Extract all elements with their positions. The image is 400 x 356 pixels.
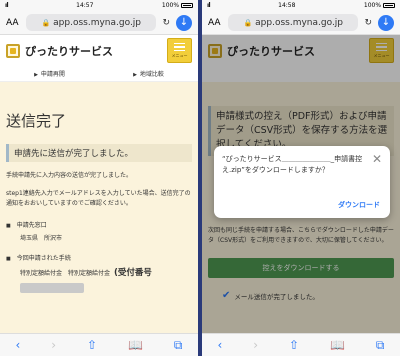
forward-icon[interactable]: ›	[51, 338, 56, 352]
tabs-icon[interactable]: ⧉	[376, 338, 385, 353]
bookmarks-icon[interactable]: 📖	[330, 338, 345, 352]
url-field[interactable]: 🔒 app.oss.myna.go.jp	[26, 14, 157, 31]
battery-indicator: 100%	[162, 2, 193, 9]
redacted-number	[20, 283, 84, 293]
right-screenshot: ııll 14:58 100% AA 🔒 app.oss.myna.go.jp …	[202, 0, 400, 356]
close-icon[interactable]: ✕	[372, 152, 382, 166]
share-icon[interactable]: ⇧	[289, 338, 299, 352]
nav-item-compare[interactable]: ▶ 地域比較	[133, 69, 164, 78]
reload-icon[interactable]: ↻	[364, 18, 372, 28]
back-icon[interactable]: ‹	[15, 338, 20, 352]
procedure-label: ■ 今回申請された手続	[6, 255, 71, 262]
download-dialog: “ぴったりサービス＿＿＿＿＿＿＿_申請書控え.zip”をダウンロードしますか？ …	[214, 146, 390, 218]
battery-icon	[180, 3, 193, 8]
email-notice-text: step1連絡先入力でメールアドレスを入力していた場合、送信完了の通知をおおいし…	[6, 190, 191, 207]
logo-icon	[6, 43, 20, 58]
signal-icon: ııll	[207, 2, 211, 9]
site-header: ぴったりサービス メニュー	[0, 35, 198, 66]
clock: 14:58	[278, 2, 296, 9]
lock-icon: 🔒	[41, 18, 51, 27]
main-content: 送信完了 申請先に送信が完了しました。 手続申請先に入力内容の送信が完了しました…	[0, 82, 198, 333]
receipt-label: (受付番号	[114, 268, 152, 278]
url-text: app.oss.myna.go.jp	[255, 17, 344, 28]
back-icon[interactable]: ‹	[217, 338, 222, 352]
left-screenshot: ııll 14:57 100% AA 🔒 app.oss.myna.go.jp …	[0, 0, 198, 356]
tabs-icon[interactable]: ⧉	[174, 338, 183, 353]
reader-button[interactable]: AA	[208, 18, 228, 28]
procedure-value: 特別定額給付金 特別定額給付金 (受付番号	[20, 268, 152, 278]
reader-button[interactable]: AA	[6, 18, 26, 28]
browser-toolbar: ‹ › ⇧ 📖 ⧉	[0, 333, 198, 356]
url-field[interactable]: 🔒 app.oss.myna.go.jp	[228, 14, 359, 31]
menu-label: メニュー	[171, 53, 188, 59]
forward-icon[interactable]: ›	[253, 338, 258, 352]
signal-icon: ııll	[5, 2, 9, 9]
battery-icon	[382, 3, 395, 8]
nav-item-resume[interactable]: ▶ 申請再開	[34, 69, 65, 78]
bookmarks-icon[interactable]: 📖	[128, 338, 143, 352]
lock-icon: 🔒	[243, 18, 253, 27]
dialog-message: “ぴったりサービス＿＿＿＿＿＿＿_申請書控え.zip”をダウンロードしますか？	[222, 155, 363, 174]
battery-indicator: 100%	[364, 2, 395, 9]
download-icon[interactable]: ↓	[378, 14, 394, 31]
status-bar: ııll 14:57 100%	[0, 0, 198, 11]
destination-label: ■ 申請先窓口	[6, 222, 47, 229]
url-text: app.oss.myna.go.jp	[53, 17, 142, 28]
reload-icon[interactable]: ↻	[162, 18, 170, 28]
share-icon[interactable]: ⇧	[87, 338, 97, 352]
address-bar[interactable]: AA 🔒 app.oss.myna.go.jp ↻ ↓	[0, 11, 198, 35]
completion-text: 手続申請先に入力内容の送信が完了しました。	[6, 172, 133, 179]
destination-value: 埼玉県 所沢市	[20, 235, 63, 242]
address-bar[interactable]: AA 🔒 app.oss.myna.go.jp ↻ ↓	[202, 11, 400, 35]
clock: 14:57	[76, 2, 94, 9]
download-button[interactable]: ダウンロード	[338, 200, 380, 210]
section-title: 申請先に送信が完了しました。	[6, 144, 192, 162]
menu-button[interactable]: メニュー	[167, 38, 192, 63]
browser-toolbar: ‹ › ⇧ 📖 ⧉	[202, 333, 400, 356]
page-title: 送信完了	[6, 112, 67, 130]
status-bar: ııll 14:58 100%	[202, 0, 400, 11]
site-title[interactable]: ぴったりサービス	[25, 43, 167, 59]
nav-bar: ▶ 申請再開 ▶ 地域比較	[0, 66, 198, 82]
download-icon[interactable]: ↓	[176, 14, 192, 31]
